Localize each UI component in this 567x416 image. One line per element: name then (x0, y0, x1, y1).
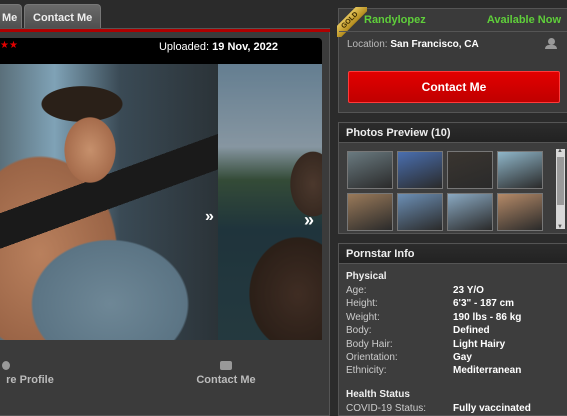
tab-contact-me[interactable]: Contact Me (24, 4, 102, 30)
photo-thumbnail[interactable] (447, 151, 493, 189)
info-row-label: Body Hair: (346, 338, 393, 350)
upload-date-value: 19 Nov, 2022 (212, 41, 278, 53)
tab-me[interactable]: Me (0, 4, 22, 30)
location-label: Location: (347, 39, 388, 50)
info-row-value: Light Hairy (453, 338, 506, 350)
contact-me-button[interactable]: Contact Me (348, 71, 560, 103)
photo-thumbnail[interactable] (347, 193, 393, 231)
info-row: Orientation: Gay (346, 352, 561, 365)
info-title: Pornstar Info (339, 244, 567, 264)
info-row-value: 23 Y/O (453, 285, 484, 296)
thumbnail-scrollbar[interactable] (556, 148, 565, 230)
physical-title: Physical (346, 271, 387, 282)
photo-meta-bar: ★★ Uploaded: 19 Nov, 2022 (0, 38, 322, 56)
health-title: Health Status (346, 389, 410, 400)
contact-me-link[interactable]: Contact Me (194, 361, 258, 386)
info-row-label: Body: (346, 325, 372, 337)
profile-tabs: Me Contact Me (0, 0, 330, 30)
info-row-value: Defined (453, 325, 490, 337)
photo-viewer-panel: ★★ Uploaded: 19 Nov, 2022 » » re Profile… (0, 28, 330, 416)
more-profile-label: re Profile (6, 374, 54, 386)
info-row: Body: Defined (346, 325, 561, 338)
info-row: Height: 6'3" - 187 cm (346, 298, 561, 311)
model-card: GOLD Randylopez Available Now Location: … (337, 7, 567, 113)
user-location-icon (543, 38, 557, 50)
pornstar-info-card: Pornstar Info Physical Age: 23 Y/O Height:… (338, 243, 567, 416)
info-row-value: 190 lbs - 86 kg (453, 311, 522, 323)
photo-thumbnail[interactable] (397, 193, 443, 231)
more-profile-button[interactable]: re Profile (0, 361, 60, 386)
photo-thumbnail[interactable] (497, 193, 543, 231)
photo-thumbnail[interactable] (397, 151, 443, 189)
photo-thumbnail[interactable] (497, 151, 543, 189)
scrollbar-thumb[interactable] (557, 157, 564, 205)
covid-row: COVID-19 Status: Fully vaccinated (346, 403, 561, 416)
photos-preview-title: Photos Preview (10) (339, 123, 567, 143)
location-value: San Francisco, CA (390, 39, 479, 50)
info-row-label: Orientation: (346, 352, 398, 363)
photo-thumbnail[interactable] (447, 193, 493, 231)
covid-label: COVID-19 Status: (346, 403, 427, 414)
info-row-value: 6'3" - 187 cm (453, 298, 515, 310)
panel-accent-rule (0, 29, 330, 32)
photo-actions: re Profile Contact Me (0, 361, 322, 401)
thumbnail-grid (347, 151, 545, 231)
model-name[interactable]: Randylopez (364, 14, 426, 26)
info-row: Ethnicity: Mediterranean (346, 365, 561, 378)
photo-carousel: » » (0, 56, 322, 340)
availability-status: Available Now (486, 14, 561, 26)
info-row: Age: 23 Y/O (346, 285, 561, 298)
next-photo-arrow-icon[interactable]: » (304, 210, 314, 231)
upload-date: Uploaded: 19 Nov, 2022 (159, 41, 278, 53)
envelope-icon (220, 361, 232, 370)
share-icon (2, 361, 10, 370)
info-row: Weight: 190 lbs - 86 kg (346, 312, 561, 325)
gold-badge: GOLD (337, 7, 367, 37)
gold-badge-label: GOLD (337, 7, 367, 37)
rating-stars: ★★ (0, 40, 18, 51)
covid-value: Fully vaccinated (453, 403, 531, 414)
location-row: Location: San Francisco, CA (347, 39, 479, 50)
divider (339, 31, 567, 32)
info-row-label: Height: (346, 298, 378, 310)
next-photo[interactable] (218, 64, 322, 340)
upload-label: Uploaded: (158, 41, 210, 53)
info-row-label: Age: (346, 285, 367, 296)
next-arrow-icon[interactable]: » (205, 208, 214, 226)
info-row-value: Gay (453, 352, 472, 363)
info-row: Body Hair: Light Hairy (346, 339, 561, 352)
info-row-value: Mediterranean (453, 365, 522, 377)
main-photo[interactable] (0, 64, 218, 340)
photos-preview-card: Photos Preview (10) (338, 122, 567, 234)
info-row-label: Weight: (346, 311, 380, 323)
info-row-label: Ethnicity: (346, 365, 387, 377)
photo-thumbnail[interactable] (347, 151, 393, 189)
contact-me-link-label: Contact Me (196, 374, 256, 386)
